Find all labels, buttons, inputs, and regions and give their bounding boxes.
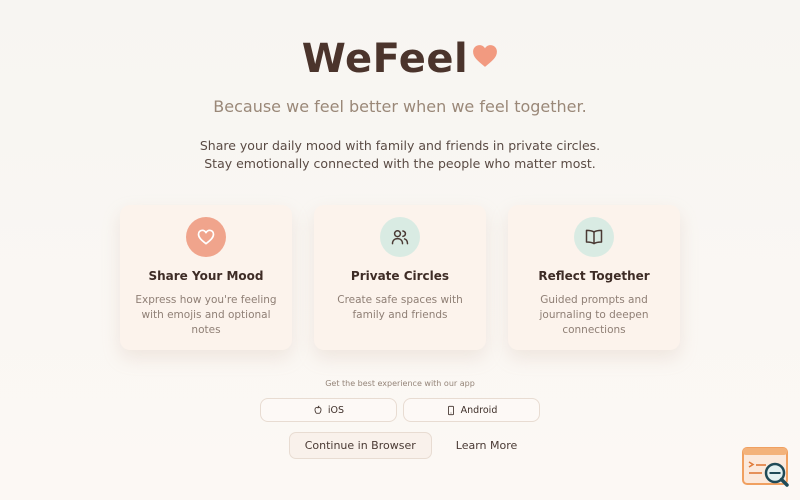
app-note: Get the best experience with our app [325, 379, 475, 388]
feature-description: Create safe spaces with family and frien… [337, 294, 463, 321]
feature-description: Guided prompts and journaling to deepen … [539, 294, 649, 336]
continue-in-browser-button[interactable]: Continue in Browser [288, 432, 432, 459]
store-buttons: iOS Android [260, 398, 540, 422]
feature-card-share-mood: Share Your Mood Express how you're feeli… [120, 205, 292, 350]
brand-header: WeFeel [0, 36, 800, 82]
ios-button[interactable]: iOS [260, 398, 397, 422]
feature-description: Express how you're feeling with emojis a… [135, 294, 277, 336]
android-button[interactable]: Android [403, 398, 540, 422]
tagline: Because we feel better when we feel toge… [213, 97, 587, 116]
description: Share your daily mood with family and fr… [199, 138, 601, 171]
feature-title: Share Your Mood [148, 269, 264, 283]
feature-title: Private Circles [350, 269, 450, 283]
brand-title: WeFeel [301, 36, 469, 82]
feature-cards: Share Your Mood Express how you're feeli… [120, 205, 680, 350]
feature-title: Reflect Together [538, 269, 650, 283]
heart-logo-icon [473, 45, 498, 67]
users-icon [391, 230, 409, 245]
browser-search-widget-icon[interactable] [742, 446, 790, 490]
feature-icon-circle [574, 217, 614, 257]
smartphone-icon [447, 405, 454, 415]
feature-icon-circle [186, 217, 226, 257]
feature-icon-circle [380, 217, 420, 257]
cta-row: Continue in Browser Learn More [0, 432, 800, 459]
learn-more-link[interactable]: Learn More [456, 439, 518, 452]
apple-icon [314, 405, 322, 414]
android-label: Android [460, 404, 498, 416]
ios-label: iOS [327, 404, 345, 416]
heart-icon [197, 229, 215, 245]
book-open-icon [585, 229, 603, 245]
feature-card-reflect-together: Reflect Together Guided prompts and jour… [508, 205, 680, 350]
feature-card-private-circles: Private Circles Create safe spaces with … [314, 205, 486, 350]
landing-page: WeFeel Because we feel better when we fe… [0, 0, 800, 500]
